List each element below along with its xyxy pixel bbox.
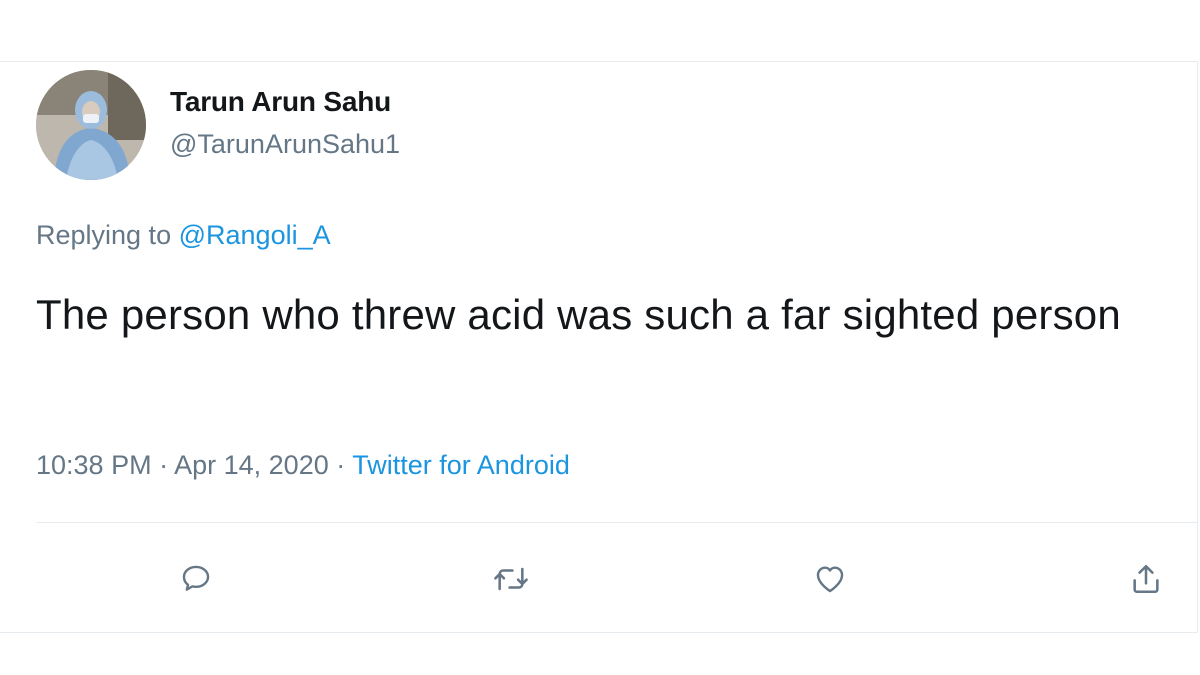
- heart-icon: [816, 566, 844, 593]
- reply-icon: [182, 565, 210, 591]
- replying-to-mention-link[interactable]: @Rangoli_A: [179, 220, 331, 250]
- retweet-button[interactable]: [489, 557, 533, 601]
- reply-button[interactable]: [174, 557, 218, 601]
- meta-separator: ·: [159, 450, 169, 480]
- replying-to-prefix: Replying to: [36, 220, 172, 250]
- action-divider: [36, 522, 1198, 523]
- tweet-source-link[interactable]: Twitter for Android: [352, 450, 570, 480]
- share-button[interactable]: [1124, 557, 1168, 601]
- avatar-image: [36, 70, 146, 180]
- avatar[interactable]: [36, 70, 146, 180]
- replying-to: Replying to @Rangoli_A: [36, 220, 331, 251]
- meta-separator: ·: [336, 450, 346, 480]
- author-handle[interactable]: @TarunArunSahu1: [170, 129, 400, 160]
- share-icon: [1133, 564, 1159, 594]
- retweet-icon: [494, 567, 528, 591]
- tweet-meta: 10:38 PM · Apr 14, 2020 · Twitter for An…: [36, 450, 570, 481]
- author-display-name[interactable]: Tarun Arun Sahu: [170, 86, 391, 118]
- tweet-date[interactable]: Apr 14, 2020: [174, 450, 329, 480]
- like-button[interactable]: [808, 557, 852, 601]
- tweet-text: The person who threw acid was such a far…: [36, 291, 1121, 338]
- tweet-time[interactable]: 10:38 PM: [36, 450, 152, 480]
